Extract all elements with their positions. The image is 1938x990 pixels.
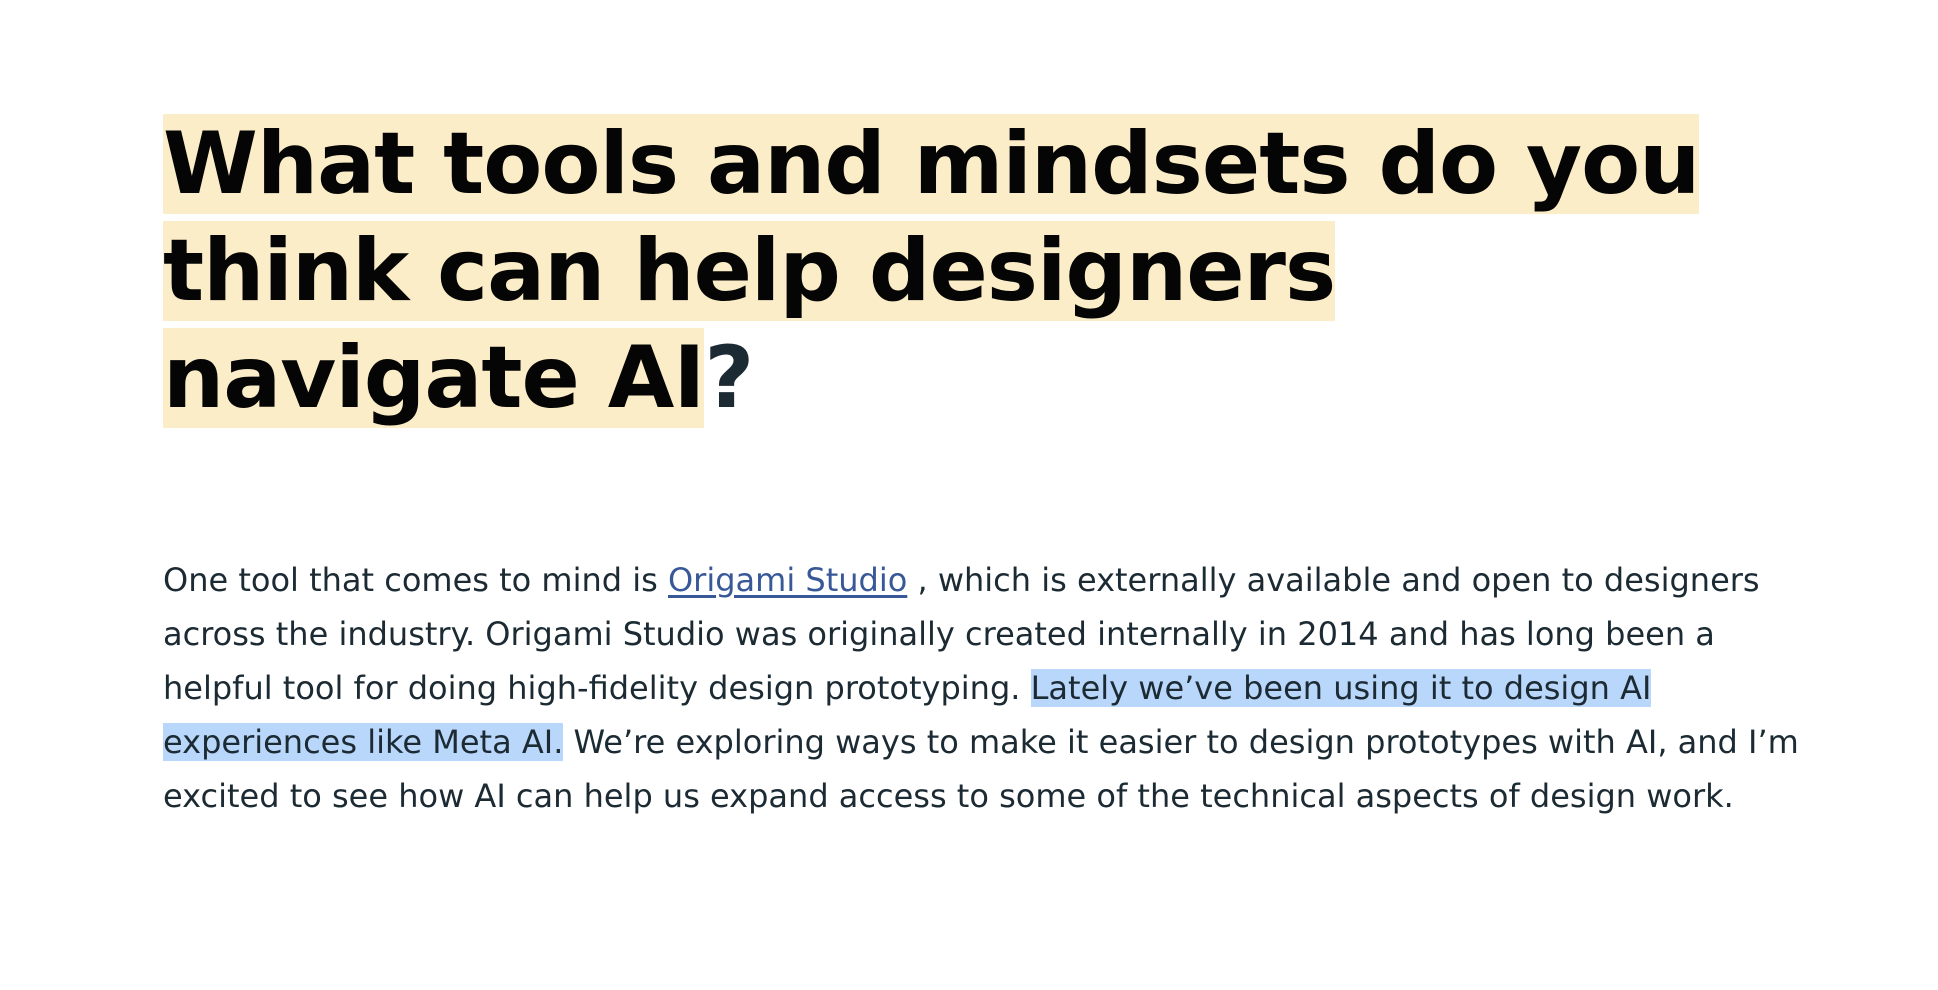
origami-studio-link[interactable]: Origami Studio: [668, 561, 907, 599]
heading-question-mark: ?: [704, 328, 754, 428]
paragraph-intro: One tool that comes to mind is: [163, 561, 668, 599]
article: What tools and mindsets do you think can…: [163, 111, 1803, 815]
article-heading: What tools and mindsets do you think can…: [163, 111, 1723, 432]
heading-highlight: What tools and mindsets do you think can…: [163, 114, 1700, 428]
page: What tools and mindsets do you think can…: [0, 0, 1938, 990]
article-paragraph: One tool that comes to mind is Origami S…: [163, 553, 1803, 823]
